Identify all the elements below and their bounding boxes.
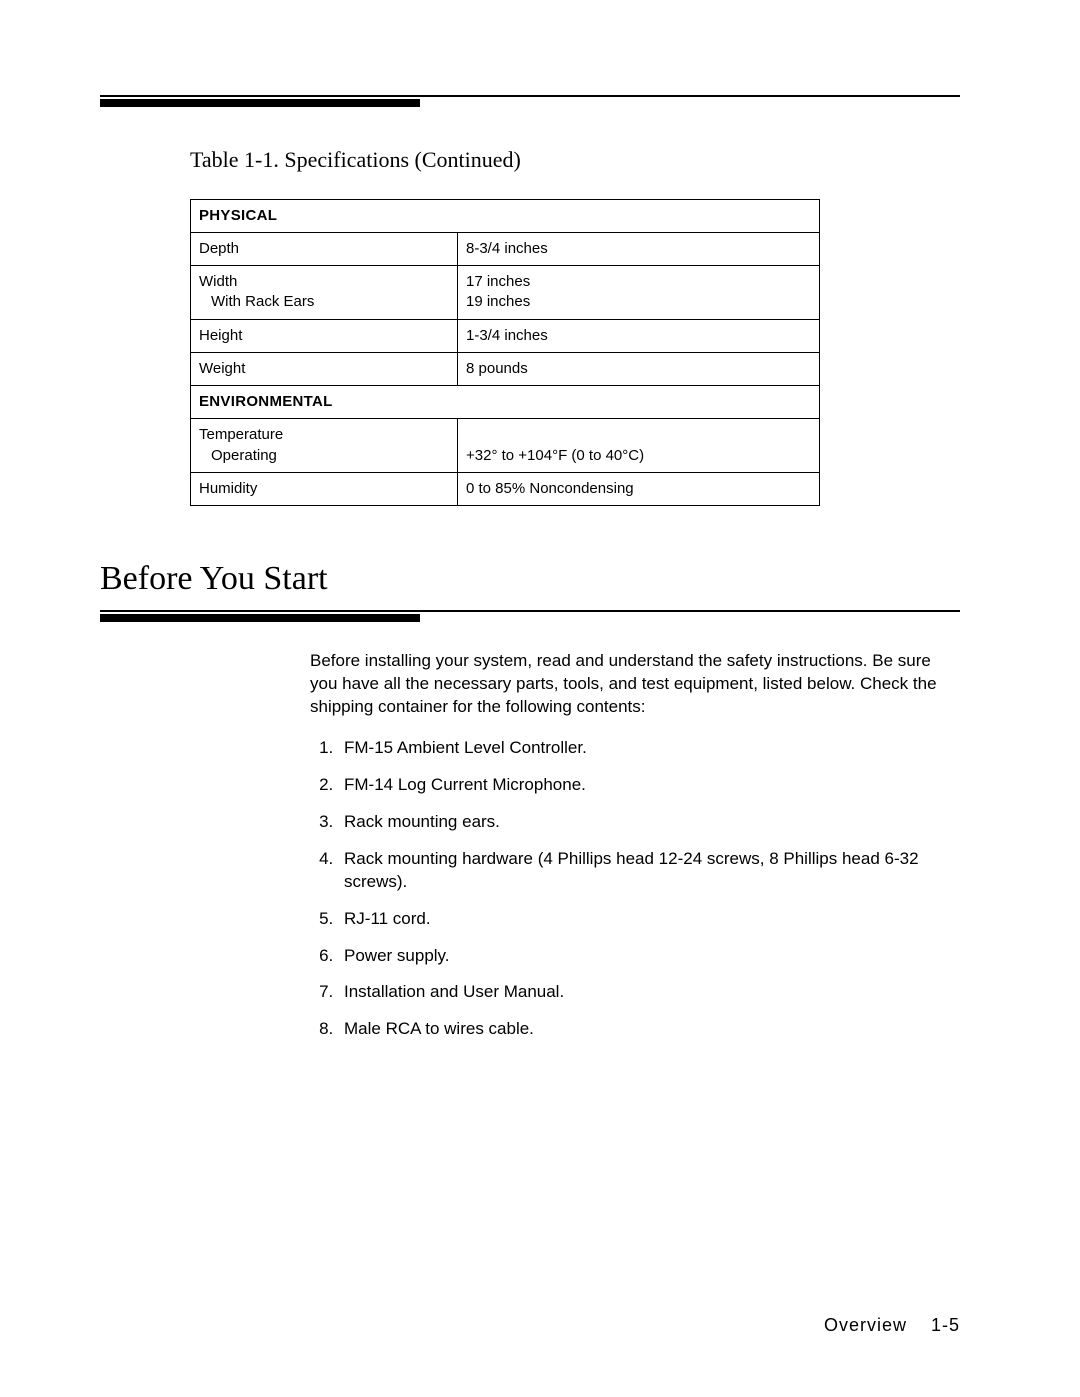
weight-label: Weight [191,352,458,385]
weight-value: 8 pounds [458,352,820,385]
table-row: Height 1-3/4 inches [191,319,820,352]
depth-label: Depth [191,232,458,265]
page-footer: Overview 1-5 [824,1313,960,1337]
table-row: Temperature Operating +32° to +104°F (0 … [191,419,820,473]
rule-thick [100,99,420,107]
temperature-value-line: +32° to +104°F (0 to 40°C) [466,446,811,466]
temperature-value-blank [466,425,811,445]
humidity-value: 0 to 85% Noncondensing [458,472,820,505]
intro-paragraph: Before installing your system, read and … [310,650,950,719]
width-value: 17 inches 19 inches [458,266,820,320]
checklist: FM-15 Ambient Level Controller. FM-14 Lo… [310,737,950,1041]
body-block: Before installing your system, read and … [310,650,950,1041]
list-item: FM-15 Ambient Level Controller. [338,737,950,760]
rule-thick [100,614,420,622]
temperature-label: Temperature Operating [191,419,458,473]
top-rule [100,95,960,107]
footer-page-number: 1-5 [931,1315,960,1335]
width-label: Width With Rack Ears [191,266,458,320]
footer-label: Overview [824,1315,907,1335]
table-row: Width With Rack Ears 17 inches 19 inches [191,266,820,320]
temperature-label-sub: Operating [199,446,449,466]
specifications-table: PHYSICAL Depth 8-3/4 inches Width With R… [190,199,820,507]
list-item: RJ-11 cord. [338,908,950,931]
humidity-label: Humidity [191,472,458,505]
page: Table 1-1. Specifications (Continued) PH… [0,0,1080,1397]
width-value-sub: 19 inches [466,292,811,312]
table-caption: Table 1-1. Specifications (Continued) [190,145,960,175]
width-value-main: 17 inches [466,272,811,292]
list-item: Power supply. [338,945,950,968]
height-label: Height [191,319,458,352]
environmental-header: ENVIRONMENTAL [191,386,820,419]
width-label-sub: With Rack Ears [199,292,449,312]
height-value: 1-3/4 inches [458,319,820,352]
table-row: Depth 8-3/4 inches [191,232,820,265]
temperature-value: +32° to +104°F (0 to 40°C) [458,419,820,473]
list-item: Male RCA to wires cable. [338,1018,950,1041]
width-label-main: Width [199,272,449,292]
rule-thin [100,610,960,612]
table-section-physical: PHYSICAL [191,199,820,232]
list-item: FM-14 Log Current Microphone. [338,774,950,797]
table-section-environmental: ENVIRONMENTAL [191,386,820,419]
rule-thin [100,95,960,97]
list-item: Installation and User Manual. [338,981,950,1004]
section-rule [100,610,960,622]
physical-header: PHYSICAL [191,199,820,232]
table-row: Weight 8 pounds [191,352,820,385]
depth-value: 8-3/4 inches [458,232,820,265]
table-row: Humidity 0 to 85% Noncondensing [191,472,820,505]
list-item: Rack mounting hardware (4 Phillips head … [338,848,950,894]
temperature-label-main: Temperature [199,425,449,445]
section-heading: Before You Start [100,556,960,602]
list-item: Rack mounting ears. [338,811,950,834]
